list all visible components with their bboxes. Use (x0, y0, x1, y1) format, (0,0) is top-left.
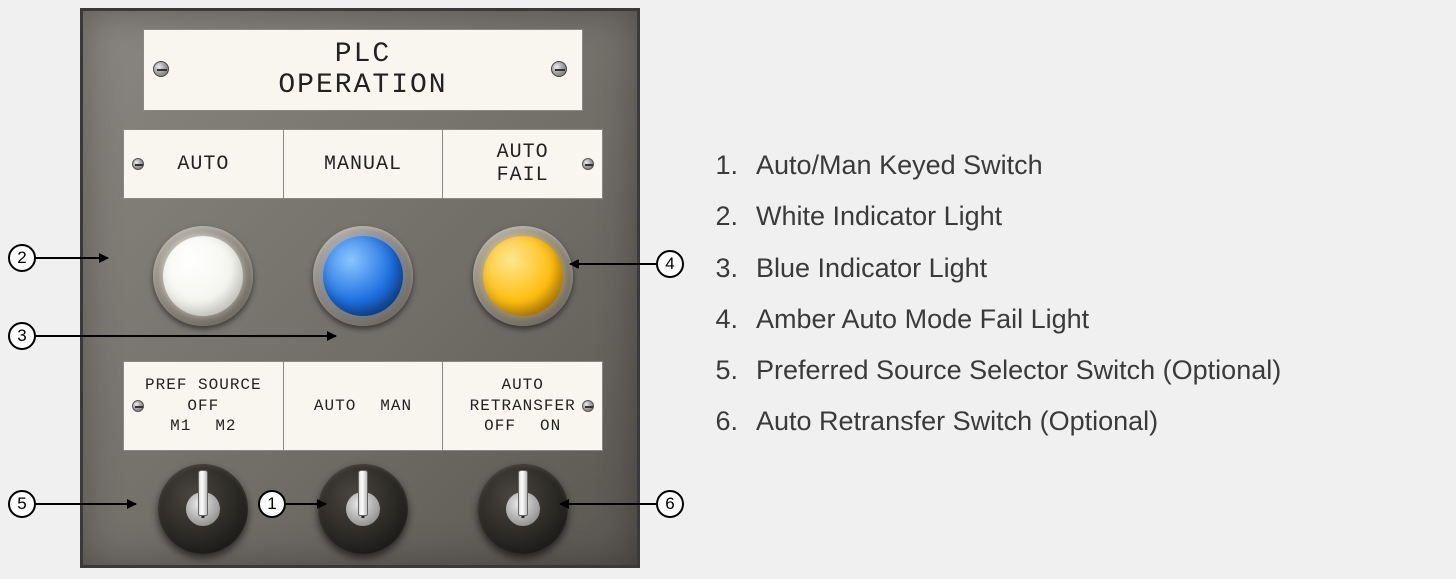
arrow-3 (36, 335, 336, 337)
arrow-2 (36, 257, 108, 259)
screw-icon (153, 61, 169, 77)
label-manual: MANUAL (284, 130, 444, 198)
title-line1: PLC (335, 39, 391, 70)
screw-icon (132, 158, 144, 170)
label-man-pos: MAN (380, 396, 412, 417)
blue-indicator-light (313, 226, 413, 326)
arrow-6 (560, 503, 656, 505)
auto-man-key-switch[interactable] (318, 464, 408, 554)
key-icon (518, 470, 528, 516)
legend-item: 3. Blue Indicator Light (710, 243, 1456, 294)
auto-retransfer-key-switch[interactable] (478, 464, 568, 554)
switch-label-row: PREF SOURCE OFF M1 M2 AUTO MAN AUTO (123, 361, 603, 451)
screw-icon (132, 400, 144, 412)
legend-item: 2. White Indicator Light (710, 191, 1456, 242)
mode-label-row: AUTO MANUAL AUTO FAIL (123, 129, 603, 199)
legend-num: 1. (710, 140, 738, 191)
title-plate: PLC OPERATION (143, 29, 583, 111)
legend-num: 3. (710, 243, 738, 294)
light-lens (323, 236, 403, 316)
label-auto-man-positions: AUTO MAN (314, 396, 412, 417)
label-retransfer-line2: RETRANSFER (470, 396, 576, 417)
arrow-5 (36, 503, 136, 505)
callout-2-num: 2 (17, 248, 26, 268)
label-autofail-line2: FAIL (497, 164, 549, 187)
label-pref-source: PREF SOURCE OFF M1 M2 (124, 362, 284, 450)
key-switch-row (123, 459, 603, 559)
pref-source-key-switch[interactable] (158, 464, 248, 554)
screw-icon (582, 400, 594, 412)
label-pref-source-positions: M1 M2 (170, 416, 236, 437)
callout-1-num: 1 (267, 494, 276, 514)
label-autofail-line1: AUTO (497, 141, 549, 164)
label-off: OFF (484, 416, 516, 437)
arrow-1 (286, 503, 326, 505)
screw-icon (551, 61, 567, 77)
legend-list: 1. Auto/Man Keyed Switch 2. White Indicato… (710, 140, 1456, 448)
amber-indicator-light (473, 226, 573, 326)
legend-item: 1. Auto/Man Keyed Switch (710, 140, 1456, 191)
label-pref-source-off: OFF (187, 396, 219, 417)
label-autofail: AUTO FAIL (443, 130, 602, 198)
label-retransfer-positions: OFF ON (484, 416, 561, 437)
label-on: ON (540, 416, 561, 437)
label-manual-text: MANUAL (324, 153, 402, 176)
arrow-4 (570, 263, 656, 265)
callout-4: 4 (656, 250, 684, 278)
panel-region: 2 3 5 4 6 1 PLC OPERATION AUTO (0, 0, 700, 579)
legend-text: Blue Indicator Light (756, 243, 987, 294)
callout-4-num: 4 (665, 254, 674, 274)
legend-num: 2. (710, 191, 738, 242)
white-indicator-light (153, 226, 253, 326)
legend-text: Auto Retransfer Switch (Optional) (756, 396, 1158, 447)
key-icon (358, 470, 368, 516)
callout-3-num: 3 (17, 326, 26, 346)
callout-6: 6 (656, 490, 684, 518)
title-line2: OPERATION (278, 70, 447, 101)
control-panel: PLC OPERATION AUTO MANUAL AUTO FAIL (80, 8, 640, 568)
label-auto-man: AUTO MAN (284, 362, 444, 450)
label-auto-pos: AUTO (314, 396, 356, 417)
legend-item: 4. Amber Auto Mode Fail Light (710, 294, 1456, 345)
label-m1: M1 (170, 416, 191, 437)
label-retransfer: AUTO RETRANSFER OFF ON (443, 362, 602, 450)
legend-num: 6. (710, 396, 738, 447)
callout-3: 3 (8, 322, 36, 350)
legend-item: 6. Auto Retransfer Switch (Optional) (710, 396, 1456, 447)
label-m2: M2 (215, 416, 236, 437)
legend-item: 5. Preferred Source Selector Switch (Opti… (710, 345, 1456, 396)
callout-6-num: 6 (665, 494, 674, 514)
callout-1: 1 (258, 490, 286, 518)
legend-text: White Indicator Light (756, 191, 1002, 242)
label-retransfer-line1: AUTO (501, 375, 543, 396)
legend: 1. Auto/Man Keyed Switch 2. White Indicato… (700, 0, 1456, 579)
figure-container: 2 3 5 4 6 1 PLC OPERATION AUTO (0, 0, 1456, 579)
indicator-lights-row (123, 221, 603, 331)
callout-5: 5 (8, 490, 36, 518)
screw-icon (582, 158, 594, 170)
legend-text: Amber Auto Mode Fail Light (756, 294, 1089, 345)
label-auto-text: AUTO (177, 153, 229, 176)
callout-5-num: 5 (17, 494, 26, 514)
label-auto: AUTO (124, 130, 284, 198)
legend-num: 4. (710, 294, 738, 345)
key-icon (198, 470, 208, 516)
legend-num: 5. (710, 345, 738, 396)
callout-2: 2 (8, 244, 36, 272)
label-pref-source-title: PREF SOURCE (145, 375, 262, 396)
legend-text: Preferred Source Selector Switch (Option… (756, 345, 1281, 396)
light-lens (483, 236, 563, 316)
light-lens (163, 236, 243, 316)
legend-text: Auto/Man Keyed Switch (756, 140, 1043, 191)
